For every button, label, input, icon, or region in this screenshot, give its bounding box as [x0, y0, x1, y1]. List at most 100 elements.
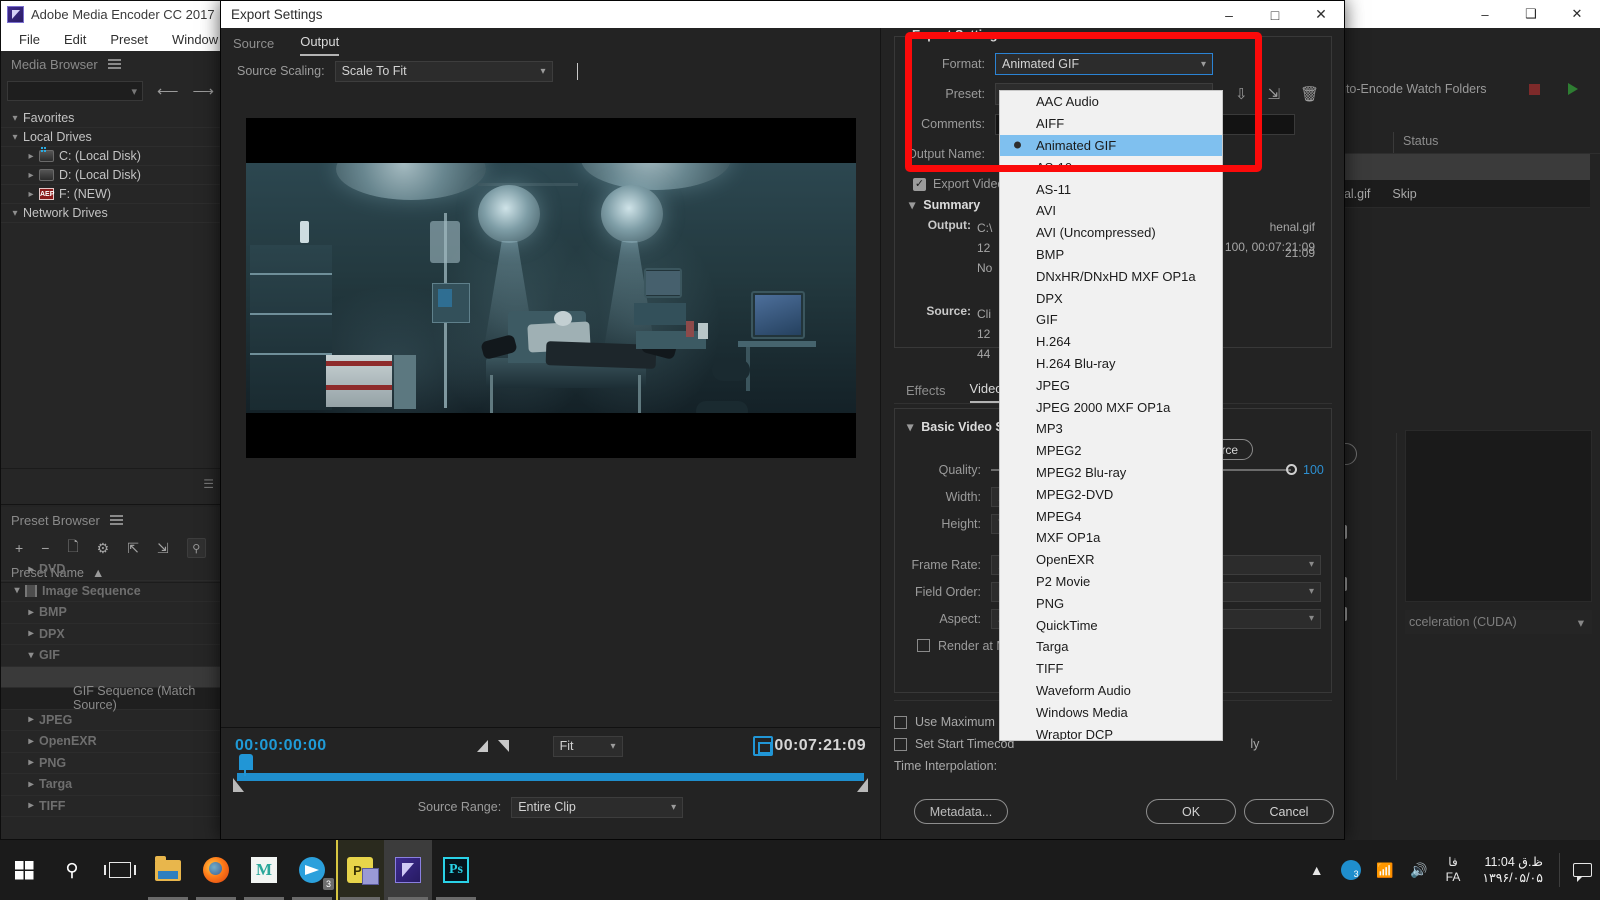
onedrive-icon[interactable]: 3 — [1334, 860, 1368, 880]
dropdown-item-waveform-audio[interactable]: Waveform Audio — [1000, 680, 1222, 702]
tree-item-drive-c[interactable]: ▸ C: (Local Disk) — [1, 147, 220, 166]
preset-row-targa[interactable]: ▸ Targa — [1, 774, 220, 796]
menu-edit[interactable]: Edit — [52, 30, 98, 49]
panel-menu-icon[interactable] — [107, 57, 121, 72]
video-preview[interactable] — [245, 118, 856, 458]
crop-tool-icon[interactable] — [752, 736, 773, 756]
taskbar-maya[interactable]: M — [240, 840, 288, 900]
metadata-button[interactable]: Metadata... — [914, 799, 1008, 824]
new-preset-icon[interactable]: + — [15, 540, 23, 556]
chevron-down-icon[interactable]: ▾ — [907, 419, 913, 434]
taskbar-telegram[interactable]: 3 — [288, 840, 336, 900]
dropdown-item-mpeg2-bluray[interactable]: MPEG2 Blu-ray — [1000, 462, 1222, 484]
quality-slider-knob[interactable] — [1286, 463, 1297, 475]
dropdown-item-avi[interactable]: AVI — [1000, 200, 1222, 222]
chevron-right-icon[interactable]: ▸ — [23, 628, 39, 639]
tree-item-drive-d[interactable]: ▸ D: (Local Disk) — [1, 166, 220, 185]
chevron-right-icon[interactable]: ▸ — [23, 736, 39, 747]
timeline-toolbar[interactable]: 00:00:00:00 Fit ▾ 00:07:21:09 — [221, 728, 880, 764]
chevron-right-icon[interactable]: ▸ — [23, 779, 39, 790]
chevron-right-icon[interactable]: ▸ — [23, 189, 39, 200]
chevron-down-icon[interactable]: ▾ — [7, 208, 23, 219]
media-browser-tree[interactable]: ▾ Favorites ▾ Local Drives ▸ C: (Local D… — [1, 109, 220, 468]
source-range-combo[interactable]: Entire Clip ▾ — [511, 796, 684, 818]
dropdown-item-mxf-op1a[interactable]: MXF OP1a — [1000, 527, 1222, 549]
dropdown-item-tiff[interactable]: TIFF — [1000, 658, 1222, 680]
export-video-checkbox[interactable]: ✓ — [913, 177, 926, 191]
dropdown-item-h264[interactable]: H.264 — [1000, 331, 1222, 353]
minimize-icon[interactable]: – — [1462, 0, 1508, 28]
dropdown-item-bmp[interactable]: BMP — [1000, 244, 1222, 266]
preset-row-openexr[interactable]: ▸ OpenEXR — [1, 731, 220, 753]
menu-preset[interactable]: Preset — [98, 30, 160, 49]
quality-value[interactable]: 100 — [1303, 463, 1324, 477]
search-button[interactable]: ⚲ — [48, 860, 96, 881]
format-combo[interactable]: Animated GIF ▾ — [995, 53, 1213, 75]
set-out-point-icon[interactable] — [497, 740, 509, 752]
taskbar-file-explorer[interactable] — [144, 840, 192, 900]
render-max-depth-checkbox[interactable] — [917, 639, 930, 652]
save-preset-icon[interactable]: ⇩ — [1235, 85, 1248, 103]
dropdown-item-dpx[interactable]: DPX — [1000, 287, 1222, 309]
preset-row-png[interactable]: ▸ PNG — [1, 753, 220, 774]
source-range-row[interactable]: Source Range: Entire Clip ▾ — [221, 790, 880, 824]
dropdown-item-targa[interactable]: Targa — [1000, 636, 1222, 658]
tree-item-local-drives[interactable]: ▾ Local Drives — [1, 128, 220, 147]
action-center-button[interactable] — [1564, 863, 1600, 882]
queue-row-selected[interactable] — [1331, 154, 1590, 180]
dropdown-item-as-10[interactable]: AS-10 — [1000, 156, 1222, 178]
cancel-button[interactable]: Cancel — [1244, 799, 1334, 824]
import-preset-icon[interactable]: ⇱ — [127, 540, 139, 557]
taskbar-media-encoder[interactable] — [384, 840, 432, 900]
stop-queue-icon[interactable] — [1528, 83, 1540, 95]
renderer-dropdown[interactable]: cceleration (CUDA) ▾ — [1405, 610, 1592, 634]
background-window[interactable]: – ❑ ✕ uto-Encode Watch Folders Status na… — [1313, 0, 1600, 840]
playhead-handle[interactable] — [239, 754, 253, 776]
dropdown-item-windows-media[interactable]: Windows Media — [1000, 701, 1222, 723]
in-point-marker[interactable] — [233, 778, 244, 792]
dropdown-item-openexr[interactable]: OpenEXR — [1000, 549, 1222, 571]
play-queue-icon[interactable] — [1567, 83, 1578, 95]
dropdown-item-animated-gif[interactable]: Animated GIF — [1000, 134, 1222, 157]
ok-button[interactable]: OK — [1146, 799, 1236, 824]
preset-row-bmp[interactable]: ▸ BMP — [1, 602, 220, 624]
close-icon[interactable]: ✕ — [1298, 1, 1344, 28]
delete-preset-icon[interactable]: − — [41, 540, 49, 556]
preview-timeline[interactable]: 00:00:00:00 Fit ▾ 00:07:21:09 Source Ran… — [221, 727, 880, 839]
volume-icon[interactable]: 🔊 — [1402, 862, 1436, 879]
forward-arrow-icon[interactable]: ⟶ — [192, 82, 214, 100]
dropdown-item-p2-movie[interactable]: P2 Movie — [1000, 571, 1222, 593]
dropdown-item-h264-bluray[interactable]: H.264 Blu-ray — [1000, 353, 1222, 375]
chevron-down-icon[interactable]: ▾ — [23, 650, 39, 661]
chevron-right-icon[interactable]: ▸ — [23, 757, 39, 768]
source-scaling-combo[interactable]: Scale To Fit ▾ — [334, 60, 553, 82]
chevron-down-icon[interactable]: ▾ — [7, 113, 23, 124]
preset-row-dpx[interactable]: ▸ DPX — [1, 624, 220, 645]
tab-output[interactable]: Output — [300, 34, 340, 56]
dropdown-item-quicktime[interactable]: QuickTime — [1000, 614, 1222, 636]
system-tray[interactable]: ▲ 3 📶 🔊 فا FA 11:04 ‎ظ.ق ۱۳۹۶/۰۵/۰۵ — [1300, 840, 1600, 900]
media-browser-toolbar[interactable]: ▾ ⟵ ⟶ — [1, 77, 220, 105]
chevron-right-icon[interactable]: ▸ — [23, 800, 39, 811]
menu-file[interactable]: File — [7, 30, 52, 49]
minimize-icon[interactable]: – — [1206, 1, 1252, 28]
tree-item-drive-f[interactable]: ▸ AEP F: (NEW) — [1, 185, 220, 204]
dropdown-item-mpeg4[interactable]: MPEG4 — [1000, 505, 1222, 527]
use-max-render-checkbox[interactable] — [894, 715, 907, 729]
format-dropdown-list[interactable]: AAC Audio AIFF Animated GIF AS-10 AS-11 … — [999, 90, 1223, 741]
dropdown-item-as-11[interactable]: AS-11 — [1000, 178, 1222, 200]
export-preset-icon[interactable]: ⇲ — [157, 540, 169, 557]
dropdown-item-mpeg2-dvd[interactable]: MPEG2-DVD — [1000, 483, 1222, 505]
chevron-down-icon[interactable]: ▾ — [7, 132, 23, 143]
language-indicator[interactable]: فا FA — [1436, 855, 1471, 885]
taskbar-premiere-pro[interactable]: Pr — [336, 840, 384, 900]
preset-row-gif-sequence-match-source[interactable]: GIF Sequence (Match Source) — [1, 684, 220, 712]
dropdown-item-mp3[interactable]: MP3 — [1000, 418, 1222, 440]
start-button[interactable] — [0, 840, 48, 900]
tab-source[interactable]: Source — [233, 36, 274, 56]
chevron-right-icon[interactable]: ▸ — [23, 564, 39, 575]
panel-menu-icon[interactable] — [109, 513, 123, 528]
chevron-right-icon[interactable]: ▸ — [23, 714, 39, 725]
preview-tabs[interactable]: Source Output — [221, 28, 880, 56]
set-start-timecode-checkbox[interactable] — [894, 737, 907, 751]
